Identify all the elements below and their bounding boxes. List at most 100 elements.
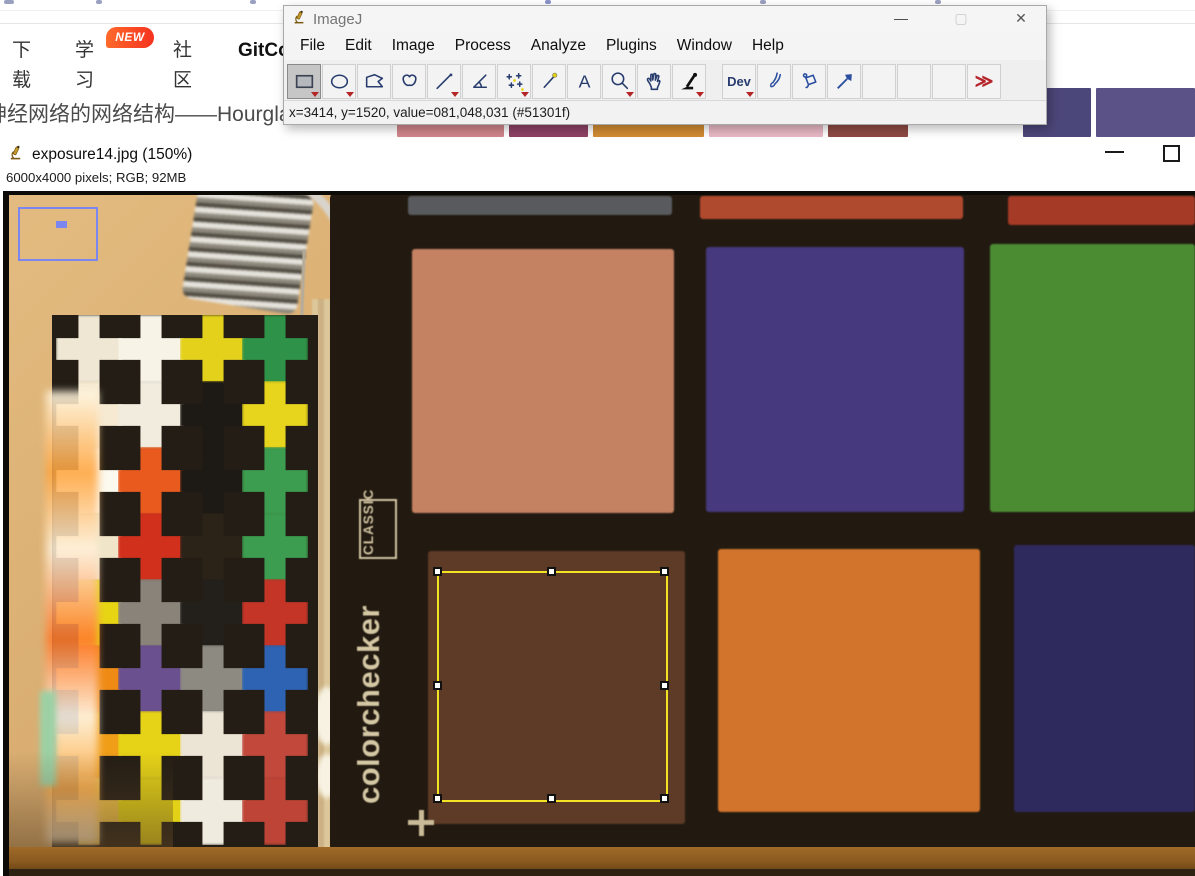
colorchecker-patch-moderate-red: [412, 249, 674, 513]
puzzle-block: [56, 315, 122, 383]
selection-handle[interactable]: [433, 794, 442, 803]
nav-item-2[interactable]: 学习: [75, 36, 94, 96]
oval-icon: [328, 70, 351, 93]
image-info-bar: 6000x4000 pixels; RGB; 92MB: [0, 170, 1195, 191]
wand-tool-button[interactable]: [532, 64, 566, 99]
overlay-rectangle: [18, 207, 98, 261]
freehand-icon: [398, 70, 421, 93]
article-title: 神经网络的网络结构——Hourglass: [0, 98, 312, 128]
nav-item-1[interactable]: 下载: [12, 36, 31, 96]
hand-icon: [643, 70, 666, 93]
imagej-toolbar: A Dev ≫: [284, 60, 1046, 100]
menu-plugins[interactable]: Plugins: [596, 32, 667, 60]
menu-edit[interactable]: Edit: [335, 32, 382, 60]
colorchecker-patch-orange: [718, 549, 980, 812]
imagej-window: ImageJ — ▢ ✕ FileEditImageProcessAnalyze…: [283, 5, 1047, 125]
selection-handle[interactable]: [660, 567, 669, 576]
minimize-button[interactable]: [1105, 151, 1124, 153]
tab-text-fragment: [96, 0, 102, 4]
puzzle-block: [118, 513, 184, 581]
puzzle-block: [242, 381, 308, 449]
puzzle-block: [180, 315, 246, 383]
polygon-icon: [363, 70, 386, 93]
puzzle-block: [180, 513, 246, 581]
rectangle-icon: [293, 70, 316, 93]
menu-analyze[interactable]: Analyze: [521, 32, 596, 60]
more-tool-button[interactable]: ≫: [967, 64, 1001, 99]
imagej-titlebar[interactable]: ImageJ — ▢ ✕: [284, 6, 1046, 32]
more-tools-icon: ≫: [975, 71, 994, 92]
selection-handle[interactable]: [547, 567, 556, 576]
imagej-logo-icon: [292, 9, 306, 30]
freehand-tool-button[interactable]: [392, 64, 426, 99]
blank-tool-slot[interactable]: [932, 64, 966, 99]
menu-window[interactable]: Window: [667, 32, 742, 60]
canvas-border: [3, 191, 1195, 195]
angle-tool-button[interactable]: [462, 64, 496, 99]
puzzle-block: [180, 645, 246, 713]
tab-text-fragment: [545, 0, 551, 4]
nav-item-4[interactable]: GitCo: [238, 36, 290, 66]
fill-tool-button[interactable]: [792, 64, 826, 99]
puzzle-block: [180, 447, 246, 515]
canvas-border: [3, 191, 9, 876]
dropdown-arrow-icon: [346, 92, 354, 97]
menu-image[interactable]: Image: [382, 32, 445, 60]
image-document-window: exposure14.jpg (150%) 6000x4000 pixels; …: [0, 139, 1195, 876]
blank-tool-slot[interactable]: [897, 64, 931, 99]
menu-process[interactable]: Process: [445, 32, 521, 60]
maximize-button[interactable]: [1163, 145, 1180, 162]
angle-icon: [468, 70, 491, 93]
wall-shadow: [3, 751, 173, 847]
colorchecker-patch-blue: [1014, 545, 1195, 812]
colorchecker-brand-label: colorchecker: [351, 559, 401, 851]
text-tool-button[interactable]: A: [567, 64, 601, 99]
puzzle-block: [118, 381, 184, 449]
zoom-tool-button[interactable]: [602, 64, 636, 99]
puzzle-block: [118, 645, 184, 713]
minimize-button[interactable]: —: [886, 6, 916, 32]
puzzle-block: [242, 447, 308, 515]
close-button[interactable]: ✕: [1006, 6, 1036, 32]
selection-handle[interactable]: [547, 794, 556, 803]
colorchecker-patch-green: [990, 244, 1195, 512]
dev-icon: Dev: [727, 74, 751, 89]
selection-handle[interactable]: [433, 567, 442, 576]
hand-tool-button[interactable]: [637, 64, 671, 99]
selection-handle[interactable]: [660, 794, 669, 803]
text-icon: A: [573, 70, 596, 93]
wand-icon: [538, 70, 561, 93]
polygon-tool-button[interactable]: [357, 64, 391, 99]
arrow-tool-button[interactable]: [827, 64, 861, 99]
oval-tool-button[interactable]: [322, 64, 356, 99]
image-window-titlebar[interactable]: exposure14.jpg (150%): [0, 139, 1195, 170]
menu-file[interactable]: File: [290, 32, 335, 60]
selection-handle[interactable]: [433, 681, 442, 690]
colorchecker-patch-purple: [706, 247, 964, 512]
blank-tool-slot[interactable]: [862, 64, 896, 99]
tab-text-fragment: [4, 0, 14, 4]
table-shadow: [3, 869, 1195, 876]
point-tool-button[interactable]: [497, 64, 531, 99]
image-canvas[interactable]: colorchecker CLASSIC: [0, 191, 1195, 876]
selection-handle[interactable]: [660, 681, 669, 690]
image-window-title: exposure14.jpg (150%): [32, 146, 192, 164]
tab-text-fragment: [760, 0, 766, 4]
colorchecker-series-label: CLASSIC: [359, 499, 397, 559]
dropper-icon: [678, 70, 701, 93]
line-tool-button[interactable]: [427, 64, 461, 99]
rectangle-tool-button[interactable]: [287, 64, 321, 99]
menu-help[interactable]: Help: [742, 32, 794, 60]
puzzle-block: [180, 777, 246, 845]
brush-tool-button[interactable]: [757, 64, 791, 99]
registration-mark: [419, 810, 424, 836]
imagej-status-bar: x=3414, y=1520, value=081,048,031 (#5130…: [284, 100, 1046, 124]
dropper-tool-button[interactable]: [672, 64, 706, 99]
nav-item-3[interactable]: 社区: [173, 36, 192, 96]
roi-selection[interactable]: [437, 571, 668, 802]
fill-icon: [798, 70, 821, 93]
dropdown-arrow-icon: [451, 92, 459, 97]
maximize-button[interactable]: ▢: [946, 6, 976, 32]
dev-tool-button[interactable]: Dev: [722, 64, 756, 99]
overlay-rectangle-dot: [56, 221, 67, 228]
